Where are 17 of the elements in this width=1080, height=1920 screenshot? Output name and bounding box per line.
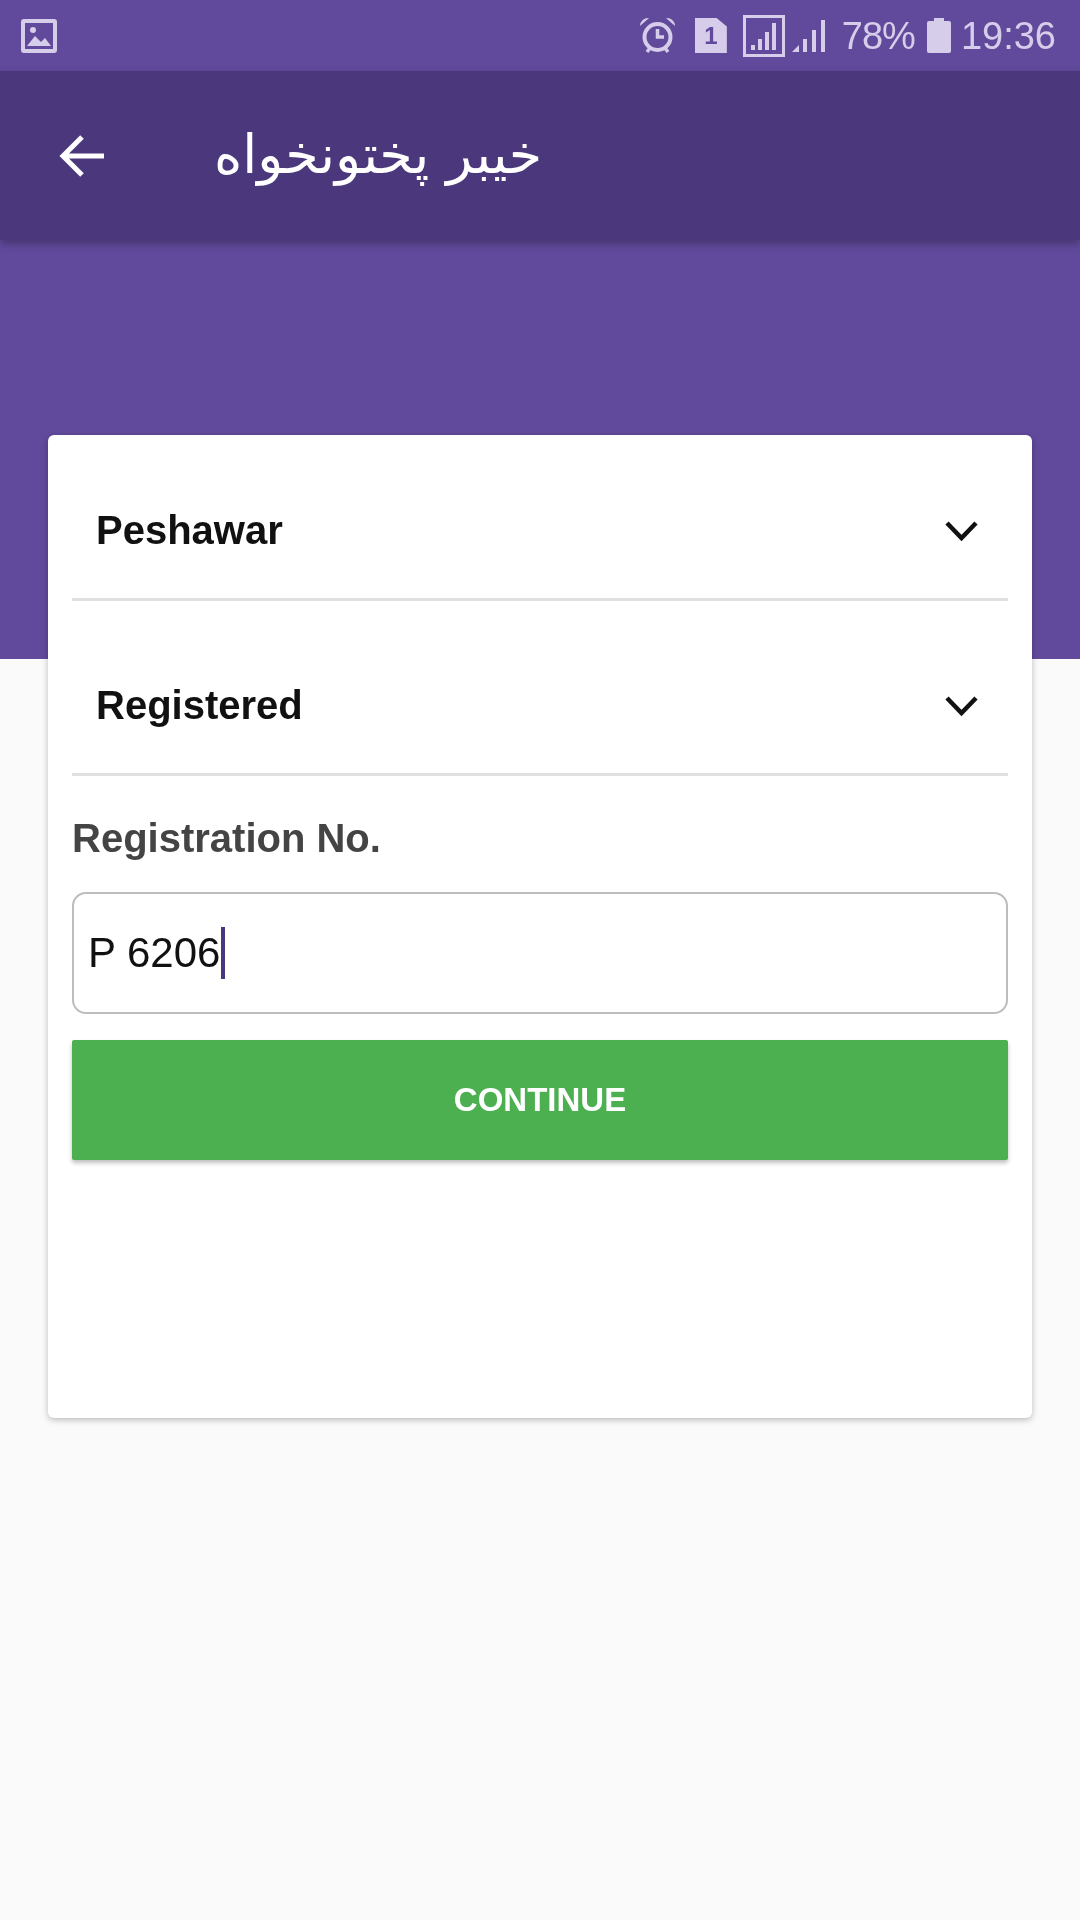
dropdown-field[interactable]: Peshawar	[72, 463, 1008, 601]
field-label: Registration No.	[72, 815, 382, 862]
chevron-down-icon	[944, 519, 979, 542]
signal-icon	[790, 18, 828, 53]
screen-title: خیبر پختونخواه	[214, 122, 543, 189]
sim-card-indicator: 1	[694, 18, 727, 53]
input-field[interactable]: P 6206	[72, 892, 1008, 1014]
alarm-clock-icon	[638, 17, 676, 54]
back-button[interactable]	[58, 132, 106, 179]
battery-icon	[926, 18, 951, 53]
battery-percent: 78%	[841, 13, 915, 58]
back-arrow-icon	[58, 132, 106, 179]
dropdown-field[interactable]: Registered	[72, 638, 1008, 776]
image-icon	[21, 18, 57, 53]
chevron-down-icon	[944, 694, 979, 717]
signal-icon	[742, 14, 785, 57]
clock-time: 19:36	[960, 13, 1056, 58]
